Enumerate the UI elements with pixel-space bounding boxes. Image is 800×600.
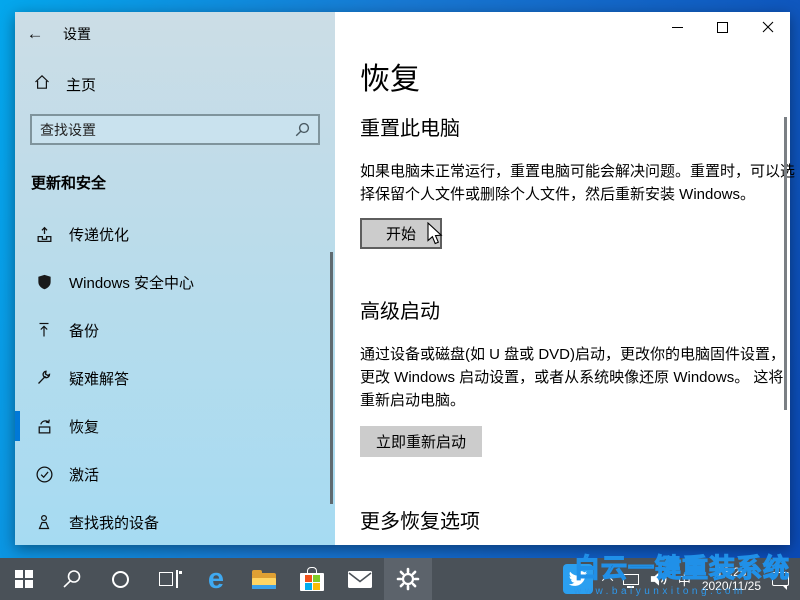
sidebar-nav: 传递优化 Windows 安全中心 备份 xyxy=(15,210,335,546)
edge-icon: e xyxy=(208,565,224,594)
ime-label: 中 xyxy=(678,570,691,589)
twitter-button[interactable] xyxy=(556,558,600,600)
action-center-button[interactable] xyxy=(767,558,794,600)
sidebar-item-windows-security[interactable]: Windows 安全中心 xyxy=(15,258,335,306)
task-view-button[interactable] xyxy=(144,558,192,600)
activation-icon xyxy=(33,465,55,484)
page-title: 恢复 xyxy=(360,62,796,98)
windows-logo-icon xyxy=(15,570,33,588)
sidebar-item-activation[interactable]: 激活 xyxy=(15,450,335,498)
task-view-icon xyxy=(159,570,178,588)
sidebar-home-label: 主页 xyxy=(66,74,96,95)
window-controls xyxy=(655,12,790,42)
restart-now-button[interactable]: 立即重新启动 xyxy=(360,426,482,457)
chevron-up-icon xyxy=(602,575,613,586)
start-button[interactable] xyxy=(0,558,48,600)
advanced-startup-description: 通过设备或磁盘(如 U 盘或 DVD)启动，更改你的电脑固件设置，更改 Wind… xyxy=(360,343,796,412)
search-box[interactable] xyxy=(30,114,320,145)
close-icon xyxy=(762,21,774,33)
sidebar-item-label: Windows 安全中心 xyxy=(69,272,194,293)
back-button[interactable]: ← xyxy=(15,24,55,44)
taskbar: e xyxy=(0,558,800,600)
sidebar-item-home[interactable]: 主页 xyxy=(33,73,96,96)
settings-taskbar-button[interactable] xyxy=(384,558,432,600)
section-heading-more-recovery-options: 更多恢复选项 xyxy=(360,509,796,535)
search-icon[interactable] xyxy=(295,122,310,137)
file-explorer-button[interactable] xyxy=(240,558,288,600)
main-content: 恢复 重置此电脑 如果电脑未正常运行，重置电脑可能会解决问题。重置时，可以选择保… xyxy=(360,62,796,580)
content-pane: 恢复 重置此电脑 如果电脑未正常运行，重置电脑可能会解决问题。重置时，可以选择保… xyxy=(335,12,790,545)
sidebar-section-title: 更新和安全 xyxy=(31,172,106,193)
system-tray: 中 13:25 2020/11/25 xyxy=(556,558,800,600)
clock-date: 2020/11/25 xyxy=(702,579,761,593)
taskbar-search-button[interactable] xyxy=(48,558,96,600)
find-device-icon xyxy=(33,513,55,531)
clock-time: 13:25 xyxy=(702,565,761,579)
close-button[interactable] xyxy=(745,12,790,42)
backup-icon xyxy=(33,321,55,339)
network-tray-button[interactable] xyxy=(618,558,644,600)
selection-indicator xyxy=(15,411,20,441)
maximize-button[interactable] xyxy=(700,12,745,42)
home-icon xyxy=(33,73,51,96)
sidebar-scrollbar[interactable] xyxy=(330,252,333,504)
gear-icon xyxy=(396,567,420,591)
content-scrollbar[interactable] xyxy=(784,117,787,410)
volume-tray-button[interactable] xyxy=(644,558,673,600)
edge-button[interactable]: e xyxy=(192,558,240,600)
sidebar-item-backup[interactable]: 备份 xyxy=(15,306,335,354)
sidebar-item-label: 恢复 xyxy=(69,416,99,437)
cortana-icon xyxy=(112,571,129,588)
taskbar-clock[interactable]: 13:25 2020/11/25 xyxy=(696,565,767,593)
sidebar: ← 设置 主页 更新和安全 xyxy=(15,12,335,545)
sidebar-item-recovery[interactable]: 恢复 xyxy=(15,402,335,450)
tray-expand-button[interactable] xyxy=(600,558,618,600)
reset-description: 如果电脑未正常运行，重置电脑可能会解决问题。重置时，可以选择保留个人文件或删除个… xyxy=(360,160,796,206)
twitter-icon xyxy=(563,564,593,594)
mail-button[interactable] xyxy=(336,558,384,600)
section-heading-reset: 重置此电脑 xyxy=(360,116,796,142)
sidebar-item-label: 疑难解答 xyxy=(69,368,129,389)
maximize-icon xyxy=(717,22,728,33)
section-heading-advanced-startup: 高级启动 xyxy=(360,299,796,325)
sidebar-item-label: 传递优化 xyxy=(69,224,129,245)
sidebar-item-delivery-optimization[interactable]: 传递优化 xyxy=(15,210,335,258)
network-icon xyxy=(623,574,639,585)
titlebar: ← 设置 xyxy=(15,12,91,56)
speaker-icon xyxy=(649,571,668,587)
shield-icon xyxy=(33,273,55,291)
store-button[interactable] xyxy=(288,558,336,600)
window-title: 设置 xyxy=(63,24,91,44)
sidebar-item-find-my-device[interactable]: 查找我的设备 xyxy=(15,498,335,546)
store-icon xyxy=(300,567,324,591)
folder-icon xyxy=(252,570,276,589)
sidebar-item-label: 备份 xyxy=(69,320,99,341)
desktop: ← 设置 主页 更新和安全 xyxy=(0,0,800,600)
sidebar-item-label: 查找我的设备 xyxy=(69,512,159,533)
search-input[interactable] xyxy=(32,122,295,138)
search-icon xyxy=(62,569,82,589)
recovery-icon xyxy=(33,417,55,436)
wrench-icon xyxy=(33,369,55,387)
sidebar-item-label: 激活 xyxy=(69,464,99,485)
mail-icon xyxy=(348,571,372,588)
get-started-button[interactable]: 开始 xyxy=(360,218,442,249)
notification-icon xyxy=(772,572,789,586)
sidebar-item-troubleshoot[interactable]: 疑难解答 xyxy=(15,354,335,402)
minimize-button[interactable] xyxy=(655,12,700,42)
ime-indicator[interactable]: 中 xyxy=(673,558,696,600)
delivery-optimization-icon xyxy=(33,225,55,244)
cortana-button[interactable] xyxy=(96,558,144,600)
settings-window: ← 设置 主页 更新和安全 xyxy=(15,12,790,545)
minimize-icon xyxy=(672,27,683,28)
